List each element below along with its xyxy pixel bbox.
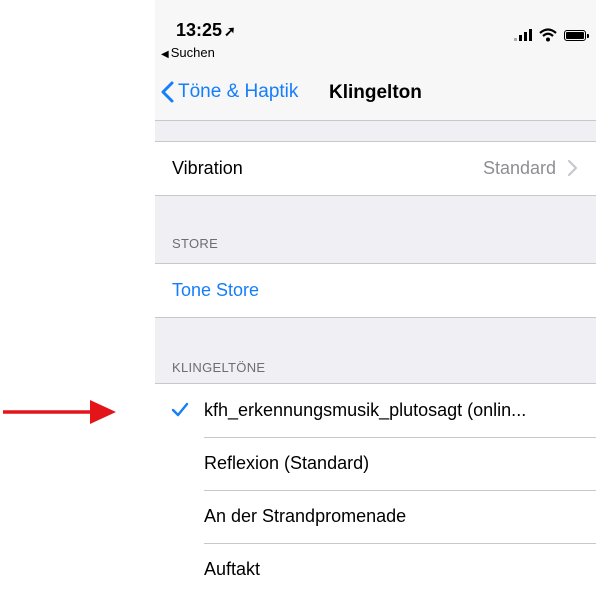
time-text: 13:25 — [176, 20, 223, 40]
location-arrow-icon: ➚ — [224, 23, 236, 39]
ringtone-item[interactable]: Reflexion (Standard) — [155, 437, 596, 490]
store-group: Tone Store — [155, 263, 596, 318]
checkmark-icon — [171, 402, 189, 417]
battery-icon — [564, 29, 589, 41]
page-title: Klingelton — [329, 82, 422, 103]
ringtone-item[interactable]: Auftakt — [155, 543, 596, 594]
vibration-label: Vibration — [172, 158, 243, 178]
chevron-right-icon — [567, 159, 578, 177]
status-icons — [514, 27, 589, 43]
ringtone-label: Reflexion (Standard) — [204, 453, 370, 473]
tone-store-label: Tone Store — [172, 280, 260, 300]
back-button-label: Töne & Haptik — [178, 81, 299, 102]
wifi-icon — [539, 28, 557, 42]
vibration-row[interactable]: Vibration Standard — [155, 142, 596, 195]
ringtones-section-header: KLINGELTÖNE — [172, 360, 266, 375]
back-button[interactable]: Töne & Haptik — [161, 78, 298, 106]
ringtone-label: Auftakt — [204, 559, 261, 579]
ringtone-item-selected[interactable]: kfh_erkennungsmusik_plutosagt (onlin... — [155, 384, 596, 437]
navigation-bar: Töne & Haptik Klingelton — [155, 64, 596, 121]
ringtones-list: kfh_erkennungsmusik_plutosagt (onlin... … — [155, 383, 596, 594]
store-section-header: STORE — [172, 236, 219, 251]
ringtone-label: An der Strandpromenade — [204, 506, 407, 526]
vibration-value: Standard — [482, 158, 556, 178]
cellular-signal-icon — [514, 29, 532, 41]
back-to-app-label: Suchen — [170, 45, 215, 60]
status-bar: 13:25 ➚ ◀ Suchen — [155, 0, 596, 64]
ringtone-item[interactable]: An der Strandpromenade — [155, 490, 596, 543]
status-time: 13:25 ➚ — [176, 20, 236, 41]
back-triangle-icon: ◀ — [161, 49, 169, 60]
vibration-group: Vibration Standard — [155, 141, 596, 196]
annotation-arrow — [3, 400, 116, 424]
tone-store-link[interactable]: Tone Store — [155, 264, 596, 317]
ringtone-label: kfh_erkennungsmusik_plutosagt (onlin... — [204, 400, 527, 420]
chevron-left-icon — [161, 81, 174, 103]
settings-screen: 13:25 ➚ ◀ Suchen Töne & Haptik Klingelton — [155, 0, 596, 594]
back-to-app-link[interactable]: ◀ Suchen — [161, 45, 215, 60]
